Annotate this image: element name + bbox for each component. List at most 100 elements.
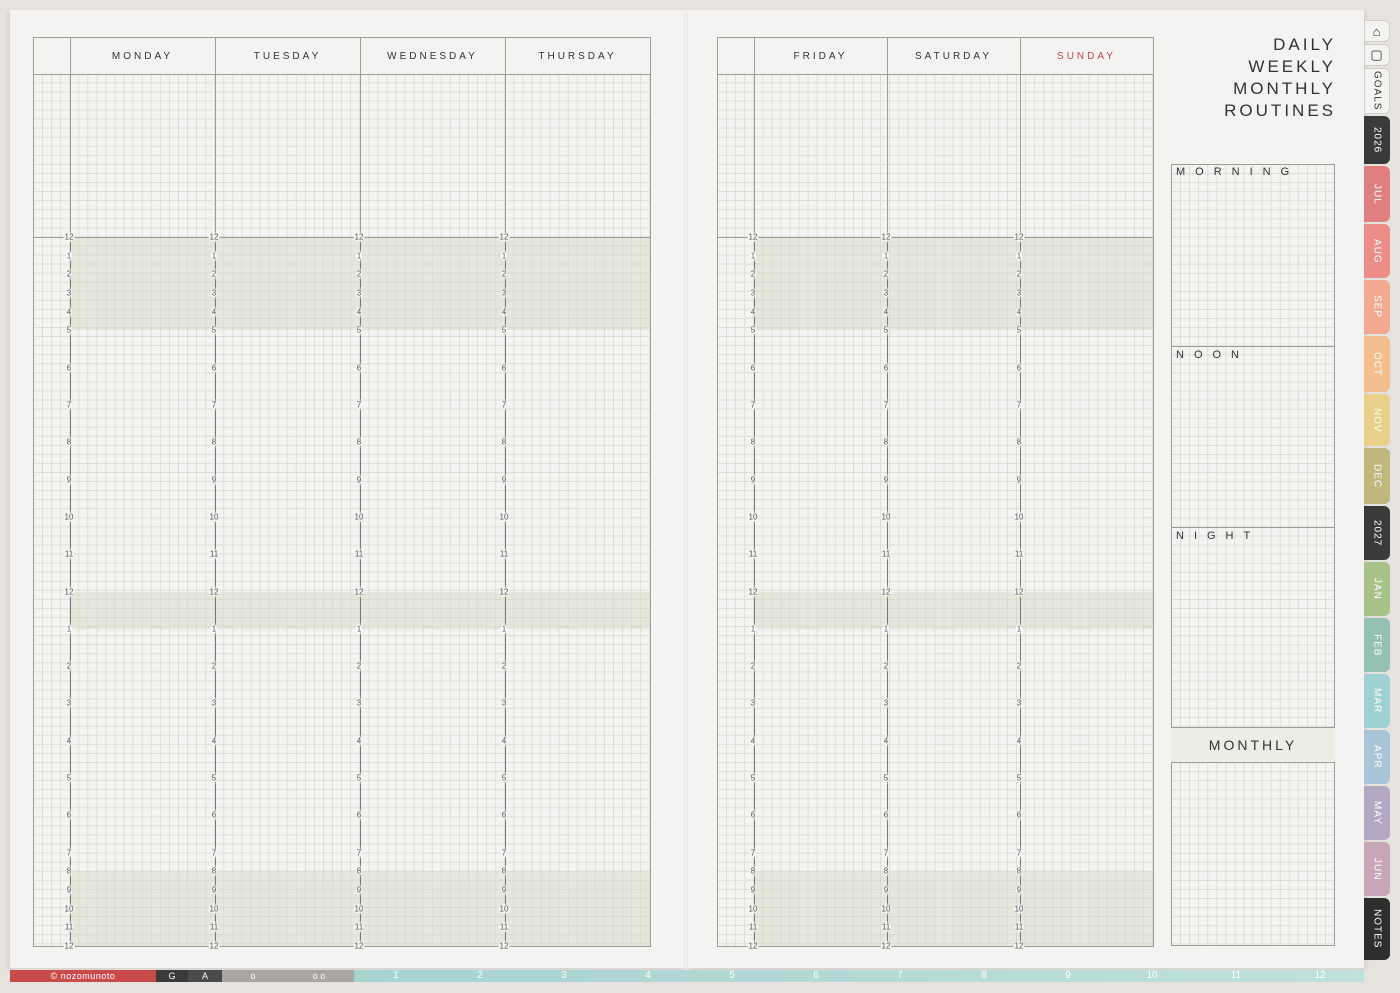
tab-goals[interactable]: GOALS xyxy=(1364,68,1390,114)
month-link[interactable]: 10 xyxy=(1146,970,1157,981)
hour-tick xyxy=(215,597,216,623)
tab-jan[interactable]: JAN xyxy=(1364,562,1390,616)
day-column[interactable]: FRIDAY 12 1 2 3 4 5 6 7 8 9 10 11 12 1 2 3 4 5 6 7 8 9 10 11 12 xyxy=(747,38,887,951)
hour-tick xyxy=(754,373,755,399)
hour-label: 1 xyxy=(500,624,508,634)
highlight-band xyxy=(1020,871,1153,946)
hour-tick xyxy=(887,634,888,661)
day-column[interactable]: MONDAY 12 1 2 3 4 5 6 7 8 9 10 11 12 1 2 3 4 5 6 7 8 9 10 11 12 xyxy=(63,38,215,951)
tab-sep[interactable]: SEP xyxy=(1364,280,1390,334)
hour-tick xyxy=(215,317,216,325)
hour-label: 1 xyxy=(355,624,363,634)
square-tab[interactable]: ▢ xyxy=(1364,44,1390,66)
day-column[interactable]: THURSDAY 12 1 2 3 4 5 6 7 8 9 10 11 12 1 2 3 4 5 6 7 8 9 10 11 12 xyxy=(498,38,650,951)
day-column[interactable]: SUNDAY 12 1 2 3 4 5 6 7 8 9 10 11 12 1 2 3 4 5 6 7 8 9 10 11 12 xyxy=(1013,38,1153,951)
hour-tick xyxy=(754,597,755,623)
hour-tick xyxy=(70,634,71,661)
hour-label: 6 xyxy=(882,810,890,820)
hour-tick xyxy=(215,746,216,773)
tab-may[interactable]: MAY xyxy=(1364,786,1390,840)
weekly-link[interactable]: o xyxy=(222,970,284,982)
routine-morning[interactable]: MORNING xyxy=(1171,164,1335,346)
hour-label: 12 xyxy=(1013,232,1025,242)
hour-label: 12 xyxy=(353,232,365,242)
hour-label: 11 xyxy=(63,922,75,932)
tab-notes[interactable]: NOTES xyxy=(1364,898,1390,960)
hour-tick xyxy=(70,410,71,437)
hour-label: 6 xyxy=(210,810,218,820)
home-tab[interactable]: ⌂ xyxy=(1364,20,1390,42)
tab-apr[interactable]: APR xyxy=(1364,730,1390,784)
hour-label: 5 xyxy=(210,773,218,783)
brand-badge[interactable]: © nozomunoto xyxy=(10,970,156,982)
month-link[interactable]: 8 xyxy=(981,970,987,981)
day-label: SUNDAY xyxy=(1057,50,1116,62)
hour-tick xyxy=(887,410,888,437)
hour-tick xyxy=(505,410,506,437)
hour-label: 5 xyxy=(500,325,508,335)
hour-label: 12 xyxy=(880,232,892,242)
month-link[interactable]: 3 xyxy=(561,970,567,981)
hour-label: 8 xyxy=(65,437,73,447)
hour-tick xyxy=(505,373,506,399)
hour-tick xyxy=(70,821,71,847)
tab-oct[interactable]: OCT xyxy=(1364,336,1390,392)
month-link[interactable]: 12 xyxy=(1314,970,1325,981)
tab-nov[interactable]: NOV xyxy=(1364,394,1390,446)
month-link[interactable]: 1 xyxy=(393,970,399,981)
hour-label: 3 xyxy=(1015,698,1023,708)
hour-tick xyxy=(887,821,888,847)
hour-tick xyxy=(505,634,506,661)
tab-feb[interactable]: FEB xyxy=(1364,618,1390,672)
highlight-band xyxy=(215,237,360,331)
hour-label: 10 xyxy=(498,512,510,522)
title-line: MONTHLY xyxy=(1233,79,1336,98)
title-line: DAILY xyxy=(1273,35,1336,54)
hour-label: 5 xyxy=(1015,773,1023,783)
day-column[interactable]: TUESDAY 12 1 2 3 4 5 6 7 8 9 10 11 12 1 2 3 4 5 6 7 8 9 10 11 12 xyxy=(208,38,360,951)
day-column[interactable]: SATURDAY 12 1 2 3 4 5 6 7 8 9 10 11 12 1 2 3 4 5 6 7 8 9 10 11 12 xyxy=(880,38,1020,951)
tab-label: NOV xyxy=(1371,407,1383,433)
hour-tick xyxy=(360,485,361,511)
month-link[interactable]: 11 xyxy=(1231,970,1241,981)
hour-tick xyxy=(505,933,506,940)
tab-jul[interactable]: JUL xyxy=(1364,166,1390,222)
hour-tick xyxy=(754,298,755,306)
daily-link[interactable]: o o xyxy=(284,970,354,982)
tab-jun[interactable]: JUN xyxy=(1364,842,1390,896)
tab-dec[interactable]: DEC xyxy=(1364,448,1390,504)
routine-noon[interactable]: NOON xyxy=(1171,346,1335,528)
highlight-band xyxy=(754,237,887,331)
monthly-header[interactable]: MONTHLY xyxy=(1171,727,1335,763)
tab-label: 2026 xyxy=(1371,126,1383,154)
month-link[interactable]: 5 xyxy=(729,970,735,981)
hour-label: 10 xyxy=(498,904,510,914)
weekly-link-label: o xyxy=(250,971,256,981)
routine-night[interactable]: NIGHT xyxy=(1171,527,1335,728)
hour-tick xyxy=(505,746,506,773)
hour-tick xyxy=(360,746,361,773)
hour-label: 11 xyxy=(1013,549,1025,559)
hour-tick xyxy=(505,560,506,586)
hour-tick xyxy=(505,896,506,903)
tab-mar[interactable]: MAR xyxy=(1364,674,1390,728)
hour-label: 7 xyxy=(1015,848,1023,858)
month-link[interactable]: 9 xyxy=(1065,970,1071,981)
hour-label: 4 xyxy=(65,736,73,746)
tab-2027[interactable]: 2027 xyxy=(1364,506,1390,560)
month-link[interactable]: 4 xyxy=(645,970,651,981)
hour-tick xyxy=(505,877,506,885)
annual-link[interactable]: A xyxy=(188,970,222,982)
hour-tick xyxy=(215,448,216,474)
hour-tick xyxy=(360,280,361,287)
month-link[interactable]: 7 xyxy=(897,970,903,981)
month-link[interactable]: 2 xyxy=(477,970,483,981)
month-link[interactable]: 6 xyxy=(813,970,819,981)
hour-tick xyxy=(360,336,361,362)
day-column[interactable]: WEDNESDAY 12 1 2 3 4 5 6 7 8 9 10 11 12 1 2 3 4 5 6 7 8 9 10 11 1… xyxy=(353,38,505,951)
tab-2026[interactable]: 2026 xyxy=(1364,116,1390,164)
hour-tick xyxy=(360,373,361,399)
goals-link[interactable]: G xyxy=(156,970,188,982)
hour-tick xyxy=(215,709,216,735)
tab-aug[interactable]: AUG xyxy=(1364,224,1390,278)
